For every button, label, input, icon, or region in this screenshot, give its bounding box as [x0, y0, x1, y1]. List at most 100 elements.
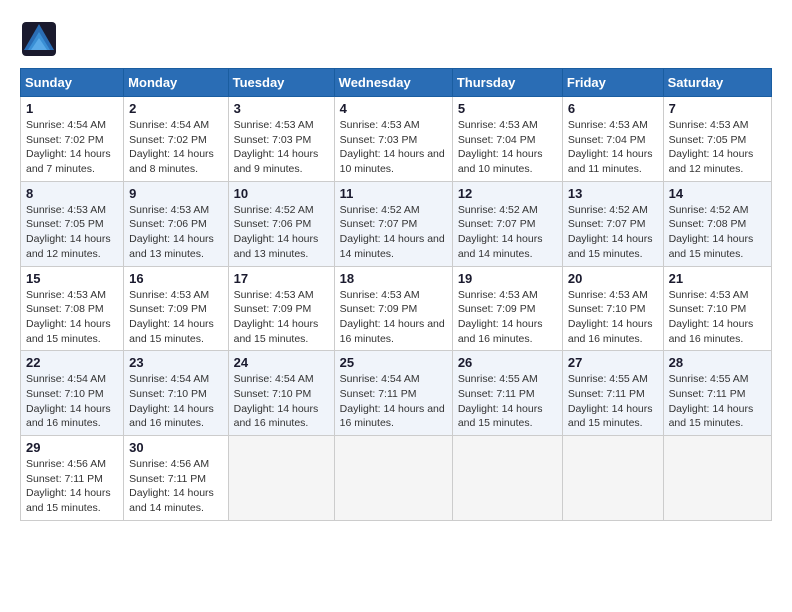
- day-info: Sunrise: 4:55 AM Sunset: 7:11 PM Dayligh…: [568, 372, 658, 431]
- day-number: 1: [26, 101, 118, 116]
- day-info: Sunrise: 4:53 AM Sunset: 7:10 PM Dayligh…: [568, 288, 658, 347]
- day-number: 29: [26, 440, 118, 455]
- logo-icon: [20, 20, 58, 58]
- calendar-day-cell: 7 Sunrise: 4:53 AM Sunset: 7:05 PM Dayli…: [663, 97, 771, 182]
- calendar-day-cell: [452, 436, 562, 521]
- day-info: Sunrise: 4:53 AM Sunset: 7:08 PM Dayligh…: [26, 288, 118, 347]
- calendar-day-cell: 17 Sunrise: 4:53 AM Sunset: 7:09 PM Dayl…: [228, 266, 334, 351]
- calendar-day-cell: 25 Sunrise: 4:54 AM Sunset: 7:11 PM Dayl…: [334, 351, 452, 436]
- day-number: 5: [458, 101, 557, 116]
- calendar-day-header: Thursday: [452, 69, 562, 97]
- calendar-day-cell: 9 Sunrise: 4:53 AM Sunset: 7:06 PM Dayli…: [124, 181, 228, 266]
- day-number: 2: [129, 101, 222, 116]
- day-number: 23: [129, 355, 222, 370]
- calendar-week-row: 29 Sunrise: 4:56 AM Sunset: 7:11 PM Dayl…: [21, 436, 772, 521]
- calendar-week-row: 1 Sunrise: 4:54 AM Sunset: 7:02 PM Dayli…: [21, 97, 772, 182]
- calendar-day-cell: [334, 436, 452, 521]
- calendar-day-cell: 18 Sunrise: 4:53 AM Sunset: 7:09 PM Dayl…: [334, 266, 452, 351]
- day-number: 7: [669, 101, 766, 116]
- calendar-day-cell: 16 Sunrise: 4:53 AM Sunset: 7:09 PM Dayl…: [124, 266, 228, 351]
- calendar-day-cell: 3 Sunrise: 4:53 AM Sunset: 7:03 PM Dayli…: [228, 97, 334, 182]
- calendar-day-cell: 20 Sunrise: 4:53 AM Sunset: 7:10 PM Dayl…: [562, 266, 663, 351]
- logo: [20, 20, 66, 58]
- calendar-week-row: 15 Sunrise: 4:53 AM Sunset: 7:08 PM Dayl…: [21, 266, 772, 351]
- day-number: 26: [458, 355, 557, 370]
- day-info: Sunrise: 4:53 AM Sunset: 7:06 PM Dayligh…: [129, 203, 222, 262]
- day-info: Sunrise: 4:53 AM Sunset: 7:03 PM Dayligh…: [340, 118, 447, 177]
- calendar-day-header: Tuesday: [228, 69, 334, 97]
- calendar-day-header: Sunday: [21, 69, 124, 97]
- day-number: 8: [26, 186, 118, 201]
- day-info: Sunrise: 4:53 AM Sunset: 7:05 PM Dayligh…: [26, 203, 118, 262]
- calendar-week-row: 22 Sunrise: 4:54 AM Sunset: 7:10 PM Dayl…: [21, 351, 772, 436]
- day-info: Sunrise: 4:56 AM Sunset: 7:11 PM Dayligh…: [129, 457, 222, 516]
- day-number: 12: [458, 186, 557, 201]
- calendar-day-header: Saturday: [663, 69, 771, 97]
- day-info: Sunrise: 4:54 AM Sunset: 7:10 PM Dayligh…: [234, 372, 329, 431]
- day-info: Sunrise: 4:52 AM Sunset: 7:07 PM Dayligh…: [568, 203, 658, 262]
- calendar-day-cell: 29 Sunrise: 4:56 AM Sunset: 7:11 PM Dayl…: [21, 436, 124, 521]
- day-info: Sunrise: 4:54 AM Sunset: 7:10 PM Dayligh…: [26, 372, 118, 431]
- day-number: 10: [234, 186, 329, 201]
- day-info: Sunrise: 4:56 AM Sunset: 7:11 PM Dayligh…: [26, 457, 118, 516]
- day-info: Sunrise: 4:53 AM Sunset: 7:09 PM Dayligh…: [458, 288, 557, 347]
- calendar-day-cell: 24 Sunrise: 4:54 AM Sunset: 7:10 PM Dayl…: [228, 351, 334, 436]
- day-info: Sunrise: 4:53 AM Sunset: 7:04 PM Dayligh…: [568, 118, 658, 177]
- calendar-day-cell: 13 Sunrise: 4:52 AM Sunset: 7:07 PM Dayl…: [562, 181, 663, 266]
- calendar-day-header: Monday: [124, 69, 228, 97]
- day-number: 22: [26, 355, 118, 370]
- day-number: 11: [340, 186, 447, 201]
- day-number: 3: [234, 101, 329, 116]
- calendar-day-cell: 23 Sunrise: 4:54 AM Sunset: 7:10 PM Dayl…: [124, 351, 228, 436]
- calendar-day-cell: 22 Sunrise: 4:54 AM Sunset: 7:10 PM Dayl…: [21, 351, 124, 436]
- day-info: Sunrise: 4:54 AM Sunset: 7:02 PM Dayligh…: [129, 118, 222, 177]
- calendar-table: SundayMondayTuesdayWednesdayThursdayFrid…: [20, 68, 772, 521]
- day-info: Sunrise: 4:53 AM Sunset: 7:04 PM Dayligh…: [458, 118, 557, 177]
- day-number: 21: [669, 271, 766, 286]
- day-info: Sunrise: 4:53 AM Sunset: 7:05 PM Dayligh…: [669, 118, 766, 177]
- day-number: 28: [669, 355, 766, 370]
- day-number: 19: [458, 271, 557, 286]
- calendar-body: 1 Sunrise: 4:54 AM Sunset: 7:02 PM Dayli…: [21, 97, 772, 521]
- calendar-day-cell: [663, 436, 771, 521]
- day-info: Sunrise: 4:54 AM Sunset: 7:02 PM Dayligh…: [26, 118, 118, 177]
- calendar-week-row: 8 Sunrise: 4:53 AM Sunset: 7:05 PM Dayli…: [21, 181, 772, 266]
- calendar-day-cell: 5 Sunrise: 4:53 AM Sunset: 7:04 PM Dayli…: [452, 97, 562, 182]
- day-number: 15: [26, 271, 118, 286]
- day-number: 9: [129, 186, 222, 201]
- day-info: Sunrise: 4:55 AM Sunset: 7:11 PM Dayligh…: [669, 372, 766, 431]
- calendar-day-cell: 30 Sunrise: 4:56 AM Sunset: 7:11 PM Dayl…: [124, 436, 228, 521]
- day-number: 30: [129, 440, 222, 455]
- day-number: 27: [568, 355, 658, 370]
- calendar-day-cell: 8 Sunrise: 4:53 AM Sunset: 7:05 PM Dayli…: [21, 181, 124, 266]
- calendar-day-cell: 26 Sunrise: 4:55 AM Sunset: 7:11 PM Dayl…: [452, 351, 562, 436]
- day-number: 20: [568, 271, 658, 286]
- calendar-day-cell: 6 Sunrise: 4:53 AM Sunset: 7:04 PM Dayli…: [562, 97, 663, 182]
- calendar-day-cell: 12 Sunrise: 4:52 AM Sunset: 7:07 PM Dayl…: [452, 181, 562, 266]
- day-number: 16: [129, 271, 222, 286]
- day-number: 18: [340, 271, 447, 286]
- day-info: Sunrise: 4:54 AM Sunset: 7:10 PM Dayligh…: [129, 372, 222, 431]
- day-info: Sunrise: 4:52 AM Sunset: 7:08 PM Dayligh…: [669, 203, 766, 262]
- day-number: 13: [568, 186, 658, 201]
- calendar-day-cell: [228, 436, 334, 521]
- calendar-day-cell: 2 Sunrise: 4:54 AM Sunset: 7:02 PM Dayli…: [124, 97, 228, 182]
- day-info: Sunrise: 4:55 AM Sunset: 7:11 PM Dayligh…: [458, 372, 557, 431]
- day-info: Sunrise: 4:52 AM Sunset: 7:06 PM Dayligh…: [234, 203, 329, 262]
- day-info: Sunrise: 4:54 AM Sunset: 7:11 PM Dayligh…: [340, 372, 447, 431]
- day-number: 24: [234, 355, 329, 370]
- day-info: Sunrise: 4:53 AM Sunset: 7:09 PM Dayligh…: [129, 288, 222, 347]
- page-header: [20, 20, 772, 58]
- calendar-day-cell: 21 Sunrise: 4:53 AM Sunset: 7:10 PM Dayl…: [663, 266, 771, 351]
- day-info: Sunrise: 4:53 AM Sunset: 7:09 PM Dayligh…: [340, 288, 447, 347]
- day-number: 25: [340, 355, 447, 370]
- calendar-day-cell: 11 Sunrise: 4:52 AM Sunset: 7:07 PM Dayl…: [334, 181, 452, 266]
- day-info: Sunrise: 4:53 AM Sunset: 7:09 PM Dayligh…: [234, 288, 329, 347]
- day-number: 17: [234, 271, 329, 286]
- day-info: Sunrise: 4:53 AM Sunset: 7:03 PM Dayligh…: [234, 118, 329, 177]
- calendar-day-cell: [562, 436, 663, 521]
- calendar-day-cell: 15 Sunrise: 4:53 AM Sunset: 7:08 PM Dayl…: [21, 266, 124, 351]
- day-info: Sunrise: 4:53 AM Sunset: 7:10 PM Dayligh…: [669, 288, 766, 347]
- calendar-day-cell: 4 Sunrise: 4:53 AM Sunset: 7:03 PM Dayli…: [334, 97, 452, 182]
- day-info: Sunrise: 4:52 AM Sunset: 7:07 PM Dayligh…: [340, 203, 447, 262]
